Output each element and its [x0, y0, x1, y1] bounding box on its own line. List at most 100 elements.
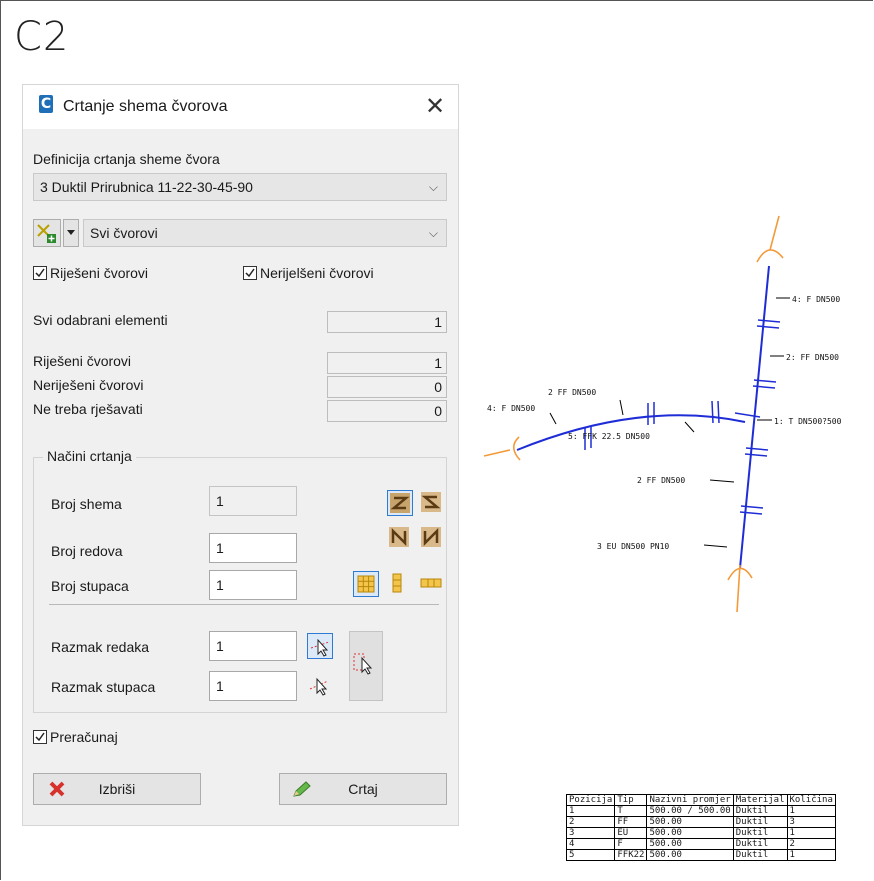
table-row: 1 T 500.00 / 500.00 Duktil 1 — [565, 805, 836, 817]
order-n-icon — [421, 527, 441, 547]
stat-value: 0 — [327, 376, 447, 398]
bom-cell: 5 — [565, 849, 616, 861]
drawing-label: 4: F DN500 — [487, 404, 535, 413]
recalc-checkbox-label: Preračunaj — [50, 729, 118, 745]
chevron-down-icon: ⌵ — [428, 180, 438, 194]
order-n-reverse-button[interactable] — [387, 525, 413, 551]
razmak-stupaca-label: Razmak stupaca — [51, 679, 156, 695]
bom-cell: Duktil — [732, 816, 788, 828]
bom-cell: 1 — [786, 827, 836, 839]
pointer-box-icon — [353, 653, 373, 675]
bom-cell: Duktil — [732, 849, 788, 861]
all-selected-value: 1 — [327, 311, 447, 333]
unresolved-checkbox-label: Nerijelšeni čvorovi — [260, 265, 374, 281]
bom-cell: 1 — [786, 849, 836, 861]
pencil-icon — [293, 781, 311, 797]
dialog-title: Crtanje shema čvorova — [63, 98, 228, 115]
main-pipe-vertical — [739, 265, 770, 569]
draw-button-label: Crtaj — [348, 781, 378, 797]
definition-label: Definicija crtanja sheme čvora — [33, 151, 220, 167]
order-s-button[interactable] — [419, 490, 445, 516]
broj-redova-field[interactable]: 1 — [209, 533, 297, 563]
drawing-label: 1: T DN500?500 — [774, 417, 842, 426]
bom-cell: T — [614, 805, 648, 817]
drawing-label: 5: FFK 22.5 DN500 — [568, 432, 650, 441]
bom-cell: FF — [614, 816, 648, 828]
resolved-checkbox[interactable]: Riješeni čvorovi — [33, 265, 148, 281]
stat-label: Riješeni čvorovi — [33, 353, 132, 369]
bom-header-row: Pozicija Tip Nazivni promjer Materijal K… — [565, 794, 836, 806]
node-filter-value: Svi čvorovi — [90, 225, 158, 241]
close-icon[interactable]: ✕ — [418, 89, 452, 123]
bom-cell: Duktil — [732, 838, 788, 850]
cad-node-drawing: 4: F DN500 2: FF DN500 1: T DN500?500 2 … — [483, 215, 842, 613]
bom-header-cell: Tip — [614, 794, 648, 806]
bom-header-cell: Količina — [786, 794, 836, 806]
node-filter-select[interactable]: Svi čvorovi ⌵ — [83, 219, 447, 247]
pick-dropdown-button[interactable] — [63, 219, 79, 247]
bom-cell: 1 — [786, 805, 836, 817]
bom-cell: 500.00 — [646, 838, 734, 850]
bom-cell: FFK22 — [614, 849, 648, 861]
pick-nodes-button[interactable] — [33, 219, 61, 247]
resolved-checkbox-label: Riješeni čvorovi — [50, 265, 149, 281]
definition-value: 3 Duktil Prirubnica 11-22-30-45-90 — [40, 179, 253, 195]
stat-value: 1 — [327, 352, 447, 374]
checkbox-box — [33, 730, 47, 744]
razmak-stupaca-field[interactable]: 1 — [209, 671, 297, 701]
separator — [49, 604, 439, 605]
triangle-down-icon — [67, 230, 75, 235]
broj-stupaca-label: Broj stupaca — [51, 578, 129, 594]
row-icon — [420, 578, 442, 588]
bom-cell: 2 — [565, 816, 616, 828]
table-row: 4 F 500.00 Duktil 2 — [565, 838, 836, 850]
app-icon: C — [39, 95, 53, 113]
definition-select[interactable]: 3 Duktil Prirubnica 11-22-30-45-90 ⌵ — [33, 173, 447, 201]
pick-row-spacing-button[interactable] — [307, 633, 333, 659]
pipe-lines — [516, 265, 770, 569]
drawing-label: 4: F DN500 — [792, 295, 840, 304]
pick-cross-icon — [37, 224, 56, 243]
broj-stupaca-field[interactable]: 1 — [209, 570, 297, 600]
bom-cell: 3 — [786, 816, 836, 828]
bom-cell: F — [614, 838, 648, 850]
drawing-label: 2 FF DN500 — [548, 388, 596, 397]
stat-label: Ne treba rješavati — [33, 401, 143, 417]
stat-label: Neriješeni čvorovi — [33, 377, 144, 393]
draw-button[interactable]: Crtaj — [279, 773, 447, 805]
dialog-crtanje-shema: C Crtanje shema čvorova ✕ Definicija crt… — [22, 84, 459, 826]
bom-cell: EU — [614, 827, 648, 839]
bom-table: Pozicija Tip Nazivni promjer Materijal K… — [565, 794, 836, 861]
order-n-reverse-icon — [389, 527, 409, 547]
layout-grid-button[interactable] — [353, 571, 379, 597]
drawing-labels: 4: F DN500 2: FF DN500 1: T DN500?500 2 … — [487, 295, 842, 551]
bom-cell: 1 — [565, 805, 616, 817]
bom-header-cell: Pozicija — [565, 794, 616, 806]
unresolved-checkbox[interactable]: Nerijelšeni čvorovi — [243, 265, 374, 281]
razmak-redaka-label: Razmak redaka — [51, 639, 150, 655]
razmak-redaka-field[interactable]: 1 — [209, 631, 297, 661]
pick-both-spacing-button[interactable] — [349, 631, 383, 701]
group-title: Načini crtanja — [43, 448, 136, 464]
bom-cell: 500.00 — [646, 816, 734, 828]
delete-button-label: Izbriši — [98, 781, 136, 797]
bom-cell: Duktil — [732, 827, 788, 839]
pick-column-spacing-button[interactable] — [307, 673, 333, 699]
order-z-button[interactable] — [387, 490, 413, 516]
table-row: 5 FFK22 500.00 Duktil 1 — [565, 849, 836, 861]
delete-button[interactable]: Izbriši — [33, 773, 201, 805]
all-selected-label: Svi odabrani elementi — [33, 312, 168, 328]
bom-header-cell: Nazivni promjer — [646, 794, 734, 806]
broj-shema-label: Broj shema — [51, 496, 122, 512]
bom-cell: 4 — [565, 838, 616, 850]
table-row: 2 FF 500.00 Duktil 3 — [565, 816, 836, 828]
order-n-button[interactable] — [419, 525, 445, 551]
stat-value: 0 — [327, 400, 447, 422]
recalc-checkbox[interactable]: Preračunaj — [33, 729, 118, 745]
checkbox-box — [243, 266, 257, 280]
layout-row-button[interactable] — [419, 571, 445, 597]
bom-cell: 500.00 — [646, 827, 734, 839]
layout-column-button[interactable] — [385, 571, 411, 597]
broj-redova-label: Broj redova — [51, 543, 123, 559]
checkbox-box — [33, 266, 47, 280]
